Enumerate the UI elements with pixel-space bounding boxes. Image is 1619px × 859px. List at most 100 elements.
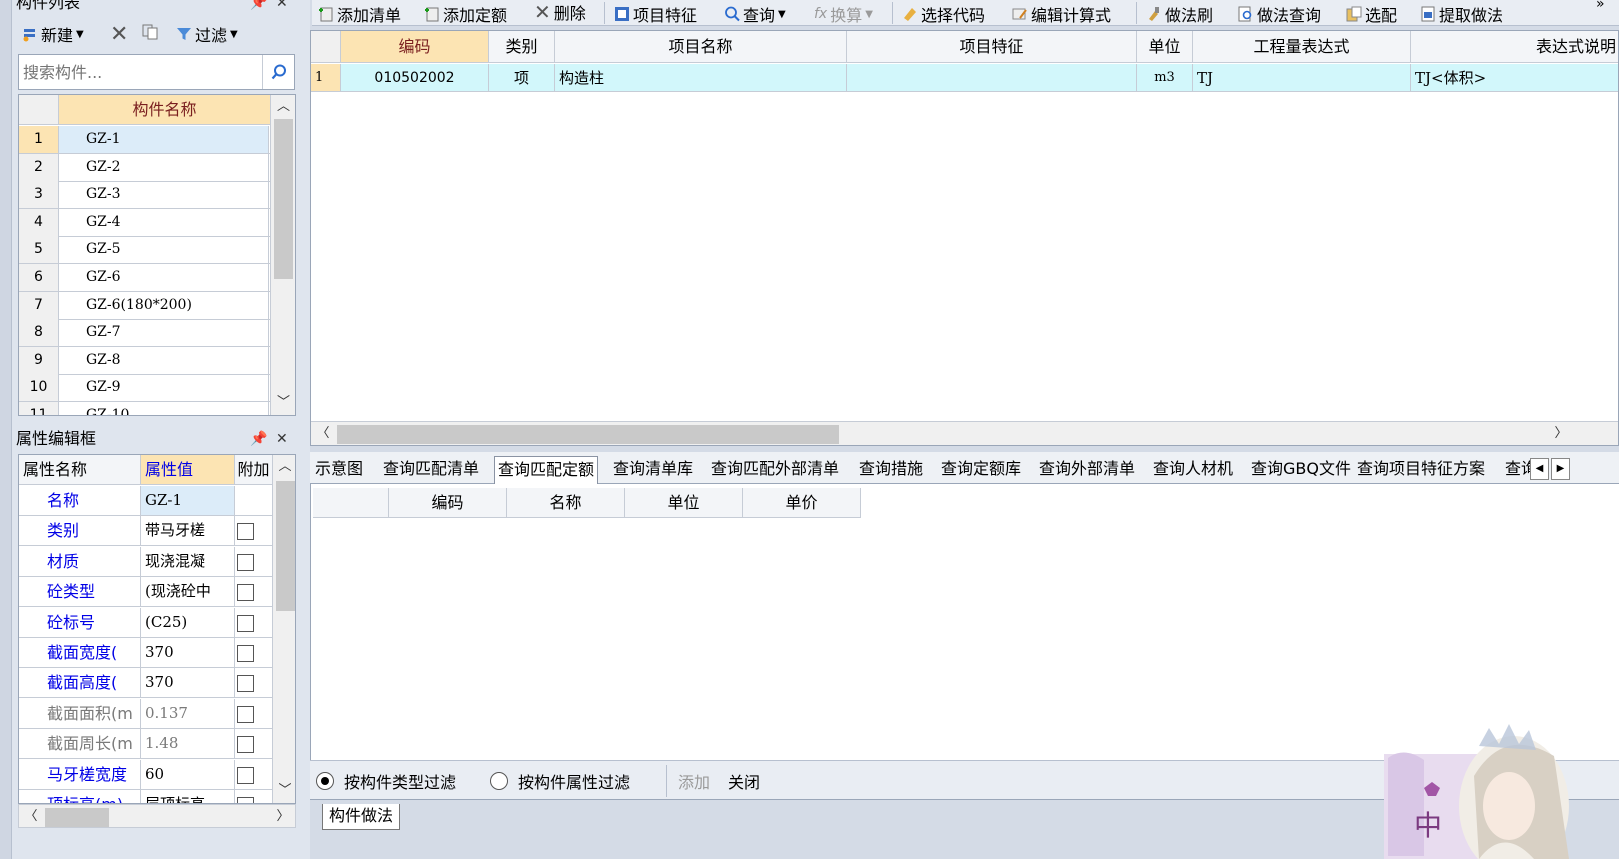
- cell-unit[interactable]: m3: [1137, 64, 1193, 92]
- component-row[interactable]: 10 GZ-9: [19, 374, 271, 403]
- col-unit-header[interactable]: 单位: [1137, 31, 1193, 63]
- component-name[interactable]: GZ-3: [59, 181, 269, 209]
- scroll-right-icon[interactable]: 〉: [271, 805, 295, 827]
- property-extra-checkbox[interactable]: [237, 645, 254, 662]
- property-extra-checkbox[interactable]: [237, 553, 254, 571]
- select-match-button[interactable]: 选配: [1346, 2, 1397, 26]
- tab-0[interactable]: 示意图: [312, 456, 366, 484]
- property-row[interactable]: 砼类型 (现浇砼中: [19, 577, 273, 608]
- convert-button[interactable]: fx 换算 ▼: [814, 2, 873, 26]
- filter-by-attr-radio[interactable]: [490, 772, 508, 790]
- property-value[interactable]: 370: [141, 668, 235, 698]
- toolbar-overflow-button[interactable]: »: [1596, 0, 1605, 12]
- close-icon[interactable]: ✕: [276, 0, 288, 14]
- property-extra-checkbox[interactable]: [237, 736, 254, 754]
- property-grid-scrollbar[interactable]: ︿ ﹀: [272, 455, 295, 803]
- component-row[interactable]: 9 GZ-8: [19, 346, 271, 375]
- component-name[interactable]: GZ-4: [59, 208, 269, 236]
- property-row[interactable]: 顶标高(m)层顶标高: [19, 790, 273, 803]
- scroll-left-icon[interactable]: 〈: [311, 422, 335, 445]
- pin-icon[interactable]: 📌: [250, 0, 267, 14]
- property-row[interactable]: 截面面积(m 0.137: [19, 698, 273, 729]
- col-name-header[interactable]: 项目名称: [555, 31, 847, 63]
- edit-formula-button[interactable]: 编辑计算式: [1012, 2, 1111, 26]
- close-icon[interactable]: ✕: [276, 428, 288, 450]
- component-row[interactable]: 2 GZ-2: [19, 153, 271, 182]
- property-extra-checkbox[interactable]: [237, 675, 254, 693]
- item-feature-button[interactable]: 项目特征: [614, 2, 697, 26]
- component-name[interactable]: GZ-1: [59, 126, 269, 153]
- property-row[interactable]: 截面宽度(370: [19, 638, 273, 668]
- component-name[interactable]: GZ-6(180*200): [59, 291, 269, 319]
- cell-feature[interactable]: [847, 64, 1137, 92]
- filter-by-type-radio[interactable]: [316, 772, 334, 790]
- query-col-code[interactable]: 编码: [389, 488, 507, 518]
- col-expr-header[interactable]: 工程量表达式: [1193, 31, 1411, 63]
- scroll-left-icon[interactable]: 〈: [19, 805, 43, 827]
- tab-9[interactable]: 查询GBQ文件: [1248, 456, 1354, 484]
- tab-10[interactable]: 查询项目特征方案: [1354, 456, 1488, 484]
- scroll-thumb[interactable]: [337, 425, 839, 444]
- property-row[interactable]: 马牙槎宽度 60: [19, 759, 273, 790]
- cell-expr[interactable]: TJ: [1193, 64, 1411, 92]
- add-list-button[interactable]: 添加清单: [318, 2, 401, 26]
- close-button[interactable]: 关闭: [728, 769, 760, 793]
- tab-8[interactable]: 查询人材机: [1150, 456, 1236, 484]
- property-extra-checkbox[interactable]: [237, 614, 254, 632]
- query-col-unit[interactable]: 单位: [625, 488, 743, 518]
- pin-icon[interactable]: 📌: [250, 428, 267, 450]
- col-code-header[interactable]: 编码: [341, 31, 489, 63]
- property-hscrollbar[interactable]: 〈 〉: [18, 804, 296, 828]
- cell-code[interactable]: 010502002: [341, 64, 489, 92]
- property-extra-checkbox[interactable]: [237, 705, 254, 723]
- filter-by-type-label[interactable]: 按构件类型过滤: [344, 769, 456, 793]
- filter-button[interactable]: 过滤 ▼: [176, 22, 238, 46]
- component-row[interactable]: 4 GZ-4: [19, 208, 271, 237]
- component-name[interactable]: GZ-7: [59, 319, 269, 347]
- property-row[interactable]: 截面高度(370: [19, 668, 273, 699]
- tab-5[interactable]: 查询措施: [856, 456, 926, 484]
- search-input[interactable]: [19, 55, 263, 89]
- method-query-button[interactable]: 做法查询: [1238, 2, 1321, 26]
- property-extra-checkbox[interactable]: [237, 523, 254, 541]
- add-button[interactable]: 添加: [678, 769, 710, 793]
- table-hscrollbar[interactable]: 〈 〉: [311, 421, 1618, 445]
- scroll-thumb[interactable]: [274, 119, 293, 279]
- property-row[interactable]: 名称 GZ-1: [19, 486, 273, 516]
- property-value[interactable]: 现浇混凝: [141, 546, 235, 576]
- scroll-up-icon[interactable]: ︿: [271, 95, 295, 119]
- query-col-name[interactable]: 名称: [507, 488, 625, 518]
- tab-11[interactable]: 查询: [1502, 456, 1530, 484]
- scroll-thumb[interactable]: [45, 808, 109, 827]
- property-row[interactable]: 材质 现浇混凝: [19, 546, 273, 577]
- property-row[interactable]: 截面周长(m 1.48: [19, 729, 273, 760]
- query-col-price[interactable]: 单价: [743, 488, 861, 518]
- cell-desc[interactable]: TJ<体积>: [1411, 64, 1618, 92]
- property-extra-checkbox[interactable]: [237, 584, 254, 602]
- component-row[interactable]: 11 GZ-10: [19, 402, 271, 415]
- col-type-header[interactable]: 类别: [489, 31, 555, 63]
- property-extra-checkbox[interactable]: [237, 797, 254, 803]
- property-row[interactable]: 类别 带马牙槎: [19, 516, 273, 547]
- tab-3[interactable]: 查询清单库: [610, 456, 696, 484]
- tab-4[interactable]: 查询匹配外部清单: [708, 456, 842, 484]
- select-code-button[interactable]: 选择代码: [902, 2, 985, 26]
- tab-component-method[interactable]: 构件做法: [322, 804, 401, 830]
- component-name[interactable]: GZ-6: [59, 264, 269, 291]
- cell-type[interactable]: 项: [489, 64, 555, 92]
- cell-name[interactable]: 构造柱: [555, 64, 847, 92]
- property-value[interactable]: GZ-1: [141, 486, 235, 515]
- copy-component-button[interactable]: [142, 24, 158, 40]
- component-name[interactable]: GZ-5: [59, 236, 269, 264]
- add-quota-button[interactable]: 添加定额: [424, 2, 507, 26]
- row-number[interactable]: 1: [311, 64, 341, 92]
- new-button[interactable]: 新建 ▼: [22, 22, 84, 46]
- component-row[interactable]: 1 GZ-1: [19, 126, 271, 154]
- property-value[interactable]: 带马牙槎: [141, 516, 235, 546]
- search-button[interactable]: [262, 55, 294, 89]
- delete-component-button[interactable]: ✕: [110, 22, 128, 47]
- property-value[interactable]: 370: [141, 638, 235, 667]
- component-name[interactable]: GZ-10: [59, 402, 269, 415]
- tab-scroll-right-icon[interactable]: ▶: [1551, 458, 1570, 480]
- method-brush-button[interactable]: 做法刷: [1146, 2, 1213, 26]
